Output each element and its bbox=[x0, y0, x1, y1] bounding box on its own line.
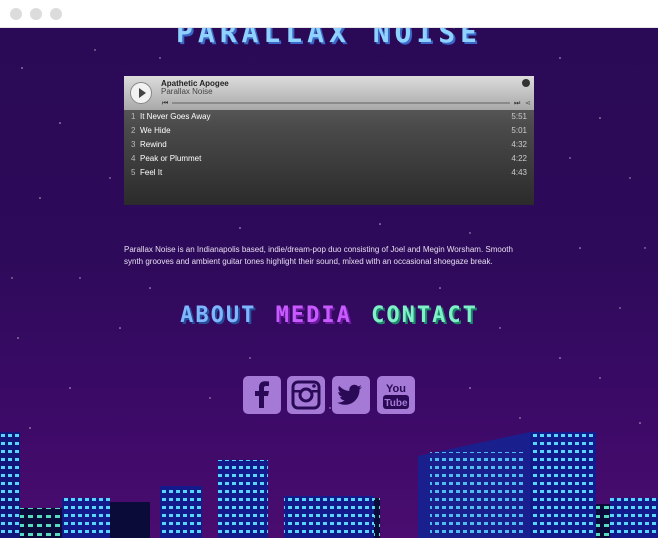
soundcloud-logo-icon[interactable] bbox=[522, 79, 530, 87]
track-row[interactable]: 3 Rewind 4:32 bbox=[124, 138, 534, 152]
track-duration: 4:43 bbox=[511, 168, 527, 177]
track-name[interactable]: It Never Goes Away bbox=[140, 112, 211, 121]
track-row[interactable]: 1 It Never Goes Away 5:51 bbox=[124, 110, 534, 124]
facebook-icon[interactable] bbox=[243, 376, 281, 414]
window-maximize-button[interactable] bbox=[50, 8, 62, 20]
track-name[interactable]: Rewind bbox=[140, 140, 167, 149]
progress-bar[interactable] bbox=[172, 102, 510, 104]
track-name[interactable]: Peak or Plummet bbox=[140, 154, 201, 163]
play-button[interactable] bbox=[130, 82, 152, 104]
main-nav: ABOUT MEDIA CONTACT bbox=[0, 303, 658, 328]
track-duration: 4:22 bbox=[511, 154, 527, 163]
track-duration: 4:32 bbox=[511, 140, 527, 149]
track-row[interactable]: 2 We Hide 5:01 bbox=[124, 124, 534, 138]
player-header: Apathetic Apogee Parallax Noise ⏮ ⏭ ⋖ bbox=[124, 76, 534, 110]
site-title[interactable]: PARALLAX NOISE bbox=[0, 28, 658, 49]
band-bio: Parallax Noise is an Indianapolis based,… bbox=[124, 245, 513, 266]
pixel-city-skyline bbox=[0, 432, 658, 538]
svg-text:Tube: Tube bbox=[384, 398, 408, 409]
window-minimize-button[interactable] bbox=[30, 8, 42, 20]
next-track-icon[interactable]: ⏭ bbox=[514, 100, 520, 107]
youtube-icon[interactable]: You Tube bbox=[377, 376, 415, 414]
previous-track-icon[interactable]: ⏮ bbox=[162, 100, 168, 107]
track-number: 4 bbox=[131, 154, 136, 163]
track-number: 1 bbox=[131, 112, 136, 121]
nav-contact-link[interactable]: CONTACT bbox=[371, 303, 478, 328]
window-close-button[interactable] bbox=[10, 8, 22, 20]
instagram-icon[interactable] bbox=[287, 376, 325, 414]
music-player: Apathetic Apogee Parallax Noise ⏮ ⏭ ⋖ 1 … bbox=[124, 76, 534, 205]
track-duration: 5:51 bbox=[511, 112, 527, 121]
track-name[interactable]: We Hide bbox=[140, 126, 171, 135]
track-name[interactable]: Feel It bbox=[140, 168, 162, 177]
nav-about-link[interactable]: ABOUT bbox=[180, 303, 256, 328]
artist-name[interactable]: Parallax Noise bbox=[161, 87, 213, 96]
track-number: 2 bbox=[131, 126, 136, 135]
share-icon[interactable]: ⋖ bbox=[525, 100, 531, 107]
nav-media-link[interactable]: MEDIA bbox=[276, 303, 352, 328]
browser-chrome bbox=[0, 0, 658, 28]
track-duration: 5:01 bbox=[511, 126, 527, 135]
track-row[interactable]: 4 Peak or Plummet 4:22 bbox=[124, 152, 534, 166]
twitter-icon[interactable] bbox=[332, 376, 370, 414]
svg-text:You: You bbox=[386, 383, 406, 395]
track-row[interactable]: 5 Feel It 4:43 bbox=[124, 166, 534, 180]
track-number: 3 bbox=[131, 140, 136, 149]
page: PARALLAX NOISE Apathetic Apogee Parallax… bbox=[0, 28, 658, 538]
track-number: 5 bbox=[131, 168, 136, 177]
